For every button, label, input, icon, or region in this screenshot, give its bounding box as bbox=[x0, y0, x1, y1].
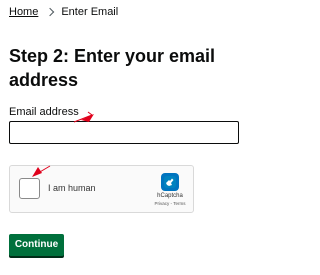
privacy-link[interactable]: Privacy bbox=[155, 201, 170, 206]
captcha-checkbox[interactable] bbox=[19, 178, 40, 199]
continue-button[interactable]: Continue bbox=[9, 234, 64, 256]
hcaptcha-logo-icon bbox=[161, 173, 179, 191]
breadcrumb: Home Enter Email bbox=[9, 4, 118, 20]
captcha-checkbox-label: I am human bbox=[48, 183, 96, 193]
breadcrumb-current: Enter Email bbox=[61, 6, 119, 18]
annotation-arrow-icon bbox=[32, 165, 51, 177]
annotation-arrow-icon bbox=[73, 111, 94, 123]
page: Home Enter Email Step 2: Enter your emai… bbox=[0, 0, 250, 275]
breadcrumb-home-link[interactable]: Home bbox=[9, 4, 38, 20]
hcaptcha-links: Privacy - Terms bbox=[146, 201, 194, 207]
email-field-label: Email address bbox=[9, 106, 79, 118]
hcaptcha-brand-text: hCaptcha bbox=[157, 193, 183, 199]
terms-link[interactable]: Terms bbox=[173, 201, 185, 206]
email-input[interactable] bbox=[9, 121, 239, 144]
page-title: Step 2: Enter your email address bbox=[9, 46, 216, 90]
chevron-right-icon bbox=[46, 7, 55, 17]
